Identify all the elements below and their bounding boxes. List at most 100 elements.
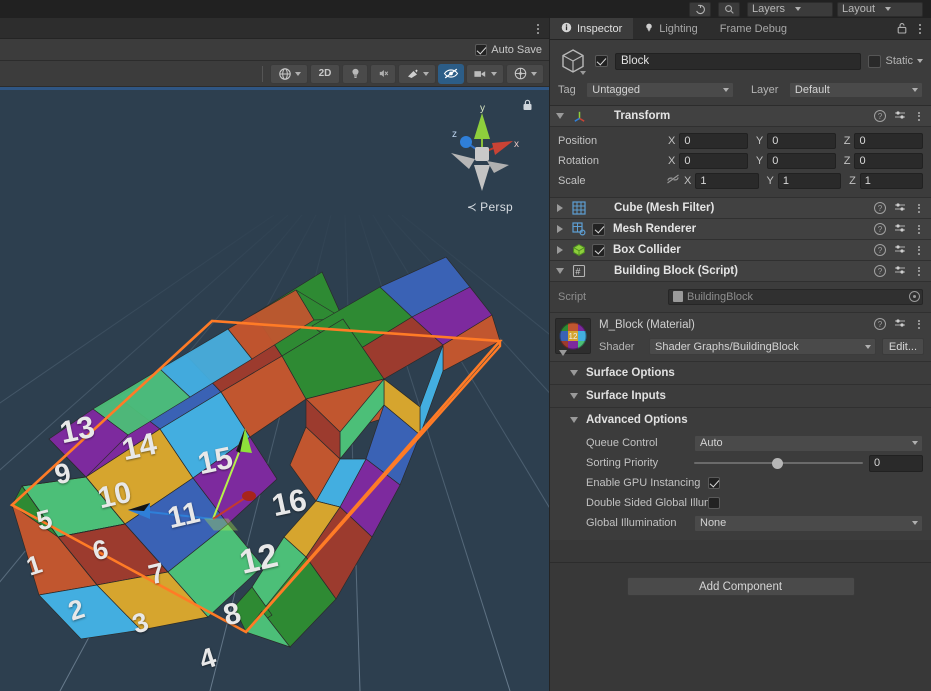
gizmos-dropdown[interactable] <box>506 63 544 84</box>
help-icon[interactable]: ? <box>874 265 886 277</box>
script-object-field[interactable]: BuildingBlock <box>668 288 923 305</box>
building-block-foldout-icon[interactable] <box>554 265 566 277</box>
sorting-priority-field[interactable]: 0 <box>869 454 923 472</box>
auto-save-checkbox[interactable] <box>475 43 488 56</box>
camera-dropdown[interactable] <box>466 63 504 84</box>
scale-x-field[interactable]: 1 <box>695 172 759 189</box>
component-header-mesh-renderer[interactable]: Mesh Renderer ? <box>550 219 931 240</box>
audio-mute-icon <box>379 69 388 78</box>
auto-save-control[interactable]: Auto Save <box>475 43 542 56</box>
gameobject-enabled-checkbox[interactable] <box>595 55 608 67</box>
box-collider-menu-icon[interactable] <box>914 244 924 256</box>
component-header-mesh-filter[interactable]: Cube (Mesh Filter) ? <box>550 198 931 219</box>
preset-icon[interactable] <box>894 318 906 330</box>
tag-dropdown[interactable]: Untagged <box>586 82 734 98</box>
component-header-transform[interactable]: Transform ? <box>550 106 931 127</box>
layer-label: Layer <box>750 84 779 96</box>
global-illumination-dropdown[interactable]: None <box>694 514 923 532</box>
position-y-field[interactable]: 0 <box>767 132 836 149</box>
preset-icon[interactable] <box>894 202 906 214</box>
fx-dropdown[interactable] <box>398 63 436 84</box>
light-bulb-icon <box>644 22 654 35</box>
box-collider-enabled-checkbox[interactable] <box>592 243 605 257</box>
scene-panel-menu-icon[interactable] <box>533 22 543 36</box>
rotation-z-field[interactable]: 0 <box>854 152 924 169</box>
surface-options-foldout-icon[interactable] <box>568 367 580 379</box>
tab-inspector[interactable]: Inspector <box>550 18 634 39</box>
scene-visibility-toggle[interactable] <box>438 63 464 84</box>
preset-icon[interactable] <box>894 265 906 277</box>
section-surface-options[interactable]: Surface Options <box>550 362 931 385</box>
material-menu-icon[interactable] <box>914 318 924 330</box>
box-collider-foldout-icon[interactable] <box>554 244 566 256</box>
help-icon[interactable]: ? <box>874 244 886 256</box>
position-z-field[interactable]: 0 <box>854 132 924 149</box>
edit-shader-button[interactable]: Edit... <box>881 338 924 355</box>
shader-dropdown[interactable]: Shader Graphs/BuildingBlock <box>649 338 876 355</box>
toggle-2d[interactable]: 2D <box>310 63 340 84</box>
inspector-menu-icon[interactable] <box>915 22 925 36</box>
scene-viewport[interactable]: 13 14 15 16 9 10 11 12 5 6 7 8 1 2 3 4 y… <box>0 87 549 691</box>
section-advanced-options[interactable]: Advanced Options <box>550 408 931 431</box>
draw-mode-dropdown[interactable] <box>270 63 308 84</box>
gameobject-name-field[interactable]: Block <box>615 52 862 70</box>
preset-icon[interactable] <box>894 110 906 122</box>
static-checkbox[interactable] <box>868 54 882 68</box>
gpu-instancing-checkbox[interactable] <box>708 477 720 489</box>
material-foldout-icon[interactable] <box>557 347 569 359</box>
shaded-globe-icon <box>278 67 291 80</box>
inspector-lock-icon[interactable] <box>897 22 907 37</box>
orientation-gizmo[interactable]: y x z <box>439 99 525 199</box>
help-icon[interactable]: ? <box>874 110 886 122</box>
queue-control-label: Queue Control <box>586 437 658 449</box>
tab-lighting[interactable]: Lighting <box>633 18 709 39</box>
scale-link-icon[interactable] <box>666 173 680 188</box>
camera-projection-toggle[interactable]: ≺ Persp <box>467 200 513 214</box>
layers-dropdown[interactable]: Layers <box>747 1 833 17</box>
object-picker-icon[interactable] <box>909 291 920 302</box>
layout-dropdown[interactable]: Layout <box>837 1 923 17</box>
rotation-y-field[interactable]: 0 <box>767 152 836 169</box>
search-icon[interactable] <box>718 1 740 17</box>
mesh-renderer-enabled-checkbox[interactable] <box>592 222 605 236</box>
static-label: Static <box>885 55 913 67</box>
tab-frame-debug-label: Frame Debug <box>719 22 788 35</box>
chevron-down-icon[interactable] <box>917 59 923 63</box>
toggle-scene-lighting[interactable] <box>342 63 368 84</box>
component-header-building-block[interactable]: # Building Block (Script) ? <box>550 261 931 282</box>
building-block-menu-icon[interactable] <box>914 265 924 277</box>
chevron-down-icon <box>912 441 918 445</box>
mesh-filter-menu-icon[interactable] <box>914 202 924 214</box>
surface-inputs-foldout-icon[interactable] <box>568 390 580 402</box>
chevron-down-icon <box>531 71 537 76</box>
position-x-field[interactable]: 0 <box>679 132 748 149</box>
help-icon[interactable]: ? <box>874 202 886 214</box>
preset-icon[interactable] <box>894 244 906 256</box>
preset-icon[interactable] <box>894 223 906 235</box>
section-surface-inputs[interactable]: Surface Inputs <box>550 385 931 408</box>
component-header-box-collider[interactable]: Box Collider ? <box>550 240 931 261</box>
transform-menu-icon[interactable] <box>914 110 924 122</box>
advanced-options-foldout-icon[interactable] <box>568 414 580 426</box>
sorting-priority-slider[interactable] <box>694 455 863 471</box>
static-control[interactable]: Static <box>868 54 923 68</box>
add-component-button[interactable]: Add Component <box>626 577 855 596</box>
mesh-filter-foldout-icon[interactable] <box>554 202 566 214</box>
history-icon[interactable] <box>689 1 711 17</box>
layer-dropdown[interactable]: Default <box>788 82 923 98</box>
slider-knob[interactable] <box>771 457 783 469</box>
toggle-audio[interactable] <box>370 63 396 84</box>
transform-foldout-icon[interactable] <box>554 110 566 122</box>
scale-z-field[interactable]: 1 <box>859 172 923 189</box>
chevron-down-icon <box>885 7 892 11</box>
mesh-renderer-menu-icon[interactable] <box>914 223 924 235</box>
help-icon[interactable]: ? <box>874 318 886 330</box>
transform-icon <box>571 108 587 124</box>
double-sided-gi-checkbox[interactable] <box>708 497 720 509</box>
mesh-renderer-foldout-icon[interactable] <box>554 223 566 235</box>
queue-control-dropdown[interactable]: Auto <box>694 434 923 452</box>
help-icon[interactable]: ? <box>874 223 886 235</box>
tab-frame-debug[interactable]: Frame Debug <box>709 18 798 39</box>
scale-y-field[interactable]: 1 <box>777 172 842 189</box>
rotation-x-field[interactable]: 0 <box>679 152 748 169</box>
